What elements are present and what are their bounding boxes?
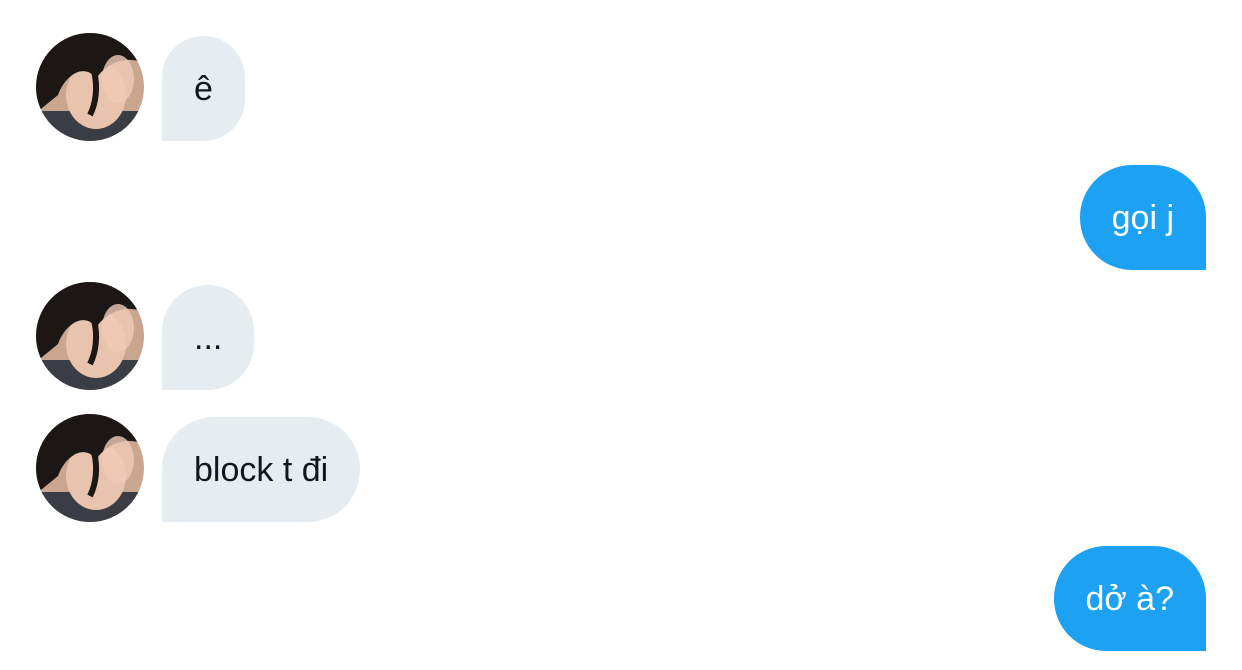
user-photo-avatar-icon	[36, 414, 144, 522]
message-bubble-incoming[interactable]: block t đi	[162, 417, 361, 522]
avatar[interactable]	[36, 282, 144, 390]
message-bubble-outgoing[interactable]: dở à?	[1053, 546, 1206, 651]
message-bubble-outgoing[interactable]: gọi j	[1079, 165, 1206, 270]
message-text: block t đi	[194, 450, 329, 489]
user-photo-avatar-icon	[36, 33, 144, 141]
avatar[interactable]	[36, 414, 144, 522]
message-text: gọi j	[1111, 198, 1174, 237]
message-text: dở à?	[1085, 579, 1174, 618]
message-bubble-incoming[interactable]: ê	[162, 36, 245, 141]
avatar[interactable]	[36, 33, 144, 141]
message-bubble-incoming[interactable]: ...	[162, 285, 255, 390]
message-text: ...	[194, 318, 223, 357]
user-photo-avatar-icon	[36, 282, 144, 390]
message-text: ê	[194, 69, 213, 108]
